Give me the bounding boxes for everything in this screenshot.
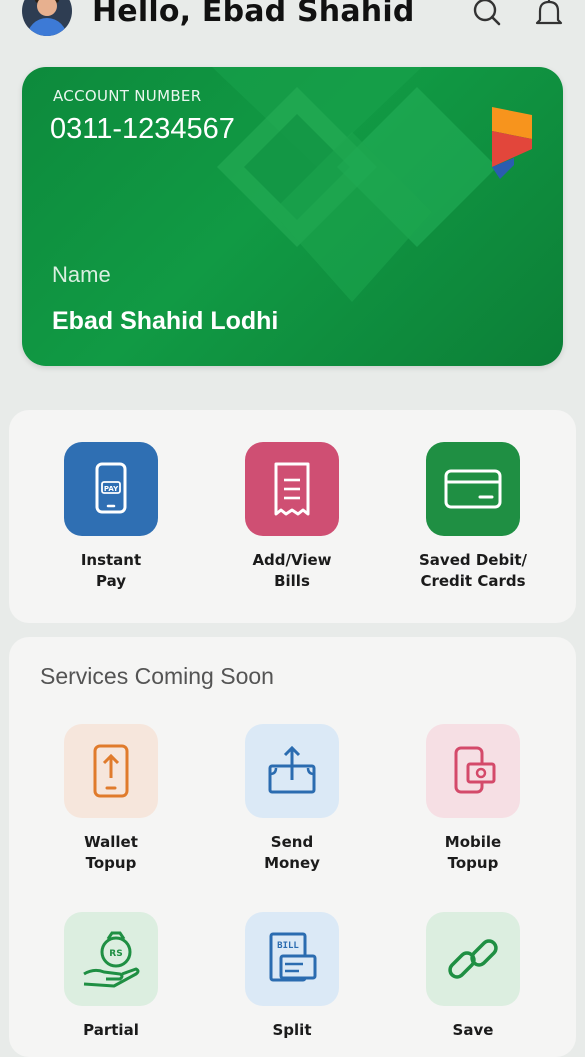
mobile-topup-label: Mobile Topup	[444, 833, 502, 872]
name-label: Name	[52, 262, 111, 287]
greeting-title: Hello, Ebad Shahid	[92, 0, 415, 29]
phone-pay-icon: PAY	[95, 462, 127, 514]
save-label: Save	[452, 1021, 494, 1039]
partial-button[interactable]: RS	[64, 912, 158, 1006]
account-card[interactable]: ACCOUNT NUMBER 0311-1234567 Name Ebad Sh…	[22, 67, 563, 366]
name-value: Ebad Shahid Lodhi	[52, 307, 279, 335]
credit-card-icon	[444, 469, 502, 509]
instant-pay-label: Instant Pay	[80, 551, 142, 590]
send-money-label: Send Money	[264, 833, 320, 872]
services-section-title: Services Coming Soon	[40, 663, 274, 689]
mobile-topup-button[interactable]	[426, 724, 520, 818]
add-view-bills-label: Add/View Bills	[252, 551, 332, 590]
send-money-button[interactable]	[245, 724, 339, 818]
avatar[interactable]	[22, 0, 72, 36]
account-number-label: ACCOUNT NUMBER	[53, 87, 202, 105]
save-button[interactable]	[426, 912, 520, 1006]
svg-text:PAY: PAY	[104, 485, 119, 493]
svg-text:RS: RS	[109, 949, 122, 959]
bell-icon[interactable]	[532, 0, 566, 30]
wallet-topup-button[interactable]	[64, 724, 158, 818]
receipt-icon	[274, 462, 310, 516]
partial-label: Partial	[83, 1021, 139, 1039]
add-view-bills-button[interactable]	[245, 442, 339, 536]
svg-text:BILL: BILL	[277, 941, 299, 951]
split-label: Split	[272, 1021, 312, 1039]
top-header: Hello, Ebad Shahid	[0, 0, 585, 46]
bill-icon: BILL	[269, 932, 317, 982]
wallet-topup-label: Wallet Topup	[84, 833, 138, 872]
mobile-cash-icon	[454, 746, 496, 794]
account-number-value: 0311-1234567	[50, 113, 235, 145]
instant-pay-button[interactable]: PAY	[64, 442, 158, 536]
search-icon[interactable]	[470, 0, 504, 30]
link-icon	[448, 939, 498, 979]
phone-upload-icon	[93, 744, 129, 798]
send-money-icon	[268, 745, 316, 794]
saved-cards-button[interactable]	[426, 442, 520, 536]
saved-cards-label: Saved Debit/Credit Cards	[419, 551, 527, 590]
money-bag-hand-icon: RS	[83, 931, 140, 988]
split-bill-button[interactable]: BILL	[245, 912, 339, 1006]
